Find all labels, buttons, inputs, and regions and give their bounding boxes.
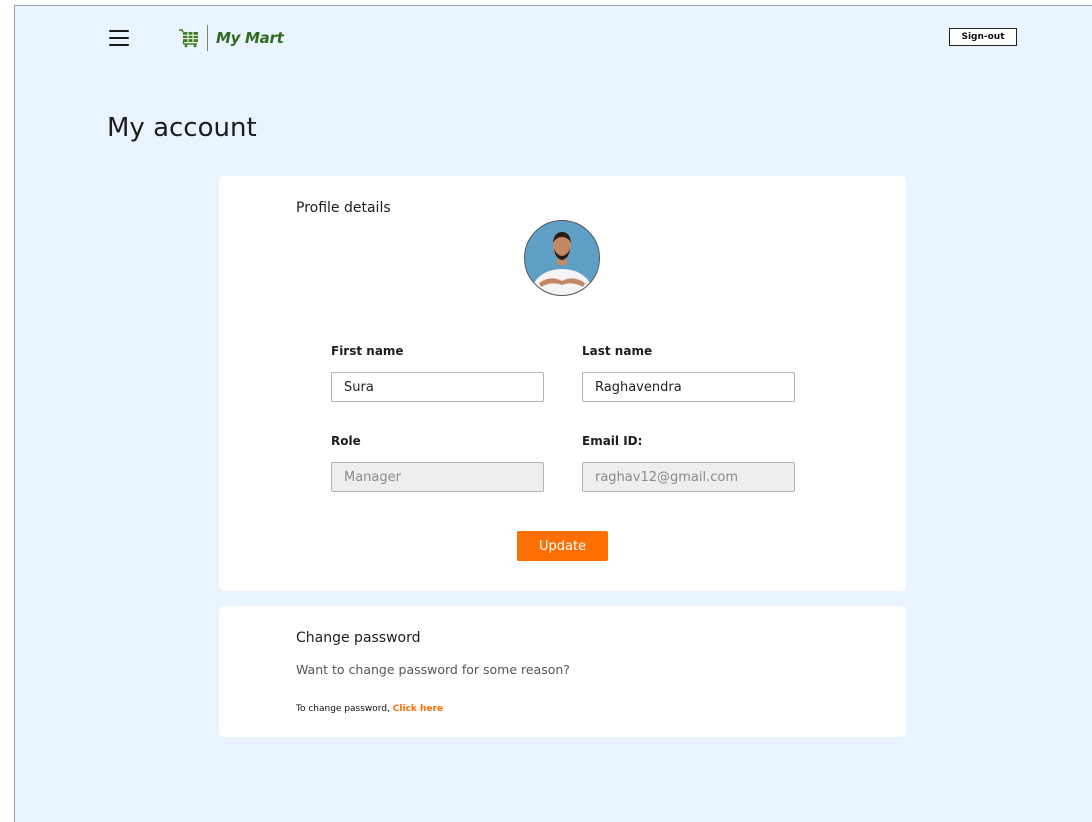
email-input [582, 462, 795, 492]
person-photo [525, 221, 599, 295]
last-name-label: Last name [582, 344, 653, 358]
brand-logo[interactable]: My Mart [178, 24, 284, 52]
avatar [524, 220, 600, 296]
profile-card: Profile details First name Last name Rol… [219, 176, 906, 591]
app-frame: My Mart Sign-out My account Profile deta… [14, 5, 1092, 822]
role-label: Role [331, 434, 361, 448]
change-password-prompt: To change password, [296, 704, 390, 714]
brand-name: My Mart [216, 29, 284, 47]
email-label: Email ID: [582, 434, 643, 448]
logo-divider [207, 25, 208, 51]
change-password-description: Want to change password for some reason? [296, 662, 570, 677]
first-name-label: First name [331, 344, 404, 358]
last-name-input[interactable] [582, 372, 795, 402]
signout-button[interactable]: Sign-out [949, 28, 1017, 46]
first-name-input[interactable] [331, 372, 544, 402]
update-button[interactable]: Update [517, 531, 608, 561]
hamburger-icon[interactable] [109, 30, 129, 46]
change-password-title: Change password [296, 630, 421, 646]
profile-title: Profile details [296, 200, 391, 216]
change-password-card: Change password Want to change password … [219, 606, 906, 737]
change-password-prompt-line: To change password, Click here [296, 704, 443, 714]
role-input [331, 462, 544, 492]
shopping-cart-icon [179, 29, 198, 48]
change-password-link[interactable]: Click here [393, 704, 443, 714]
page-title: My account [107, 113, 257, 143]
